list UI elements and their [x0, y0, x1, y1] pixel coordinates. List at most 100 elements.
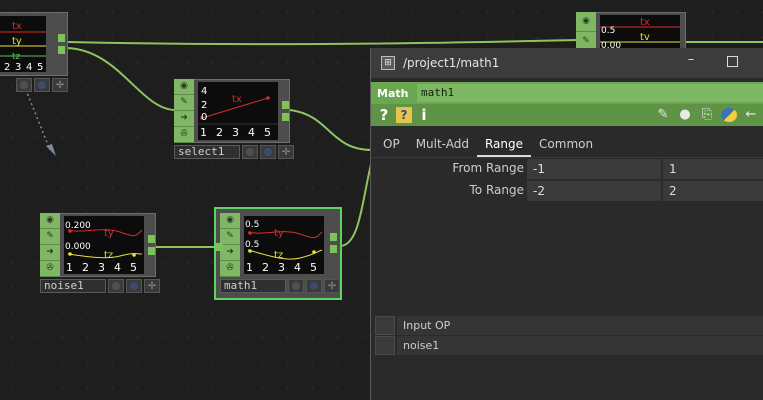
op-name-field[interactable]: math1: [417, 84, 763, 102]
lock-flag[interactable]: [306, 279, 322, 293]
node-name-label[interactable]: noise1: [40, 279, 106, 293]
parameter-window-titlebar[interactable]: ⊞ /project1/math1 –: [371, 48, 763, 78]
output-port[interactable]: [148, 247, 155, 255]
bypass-flag[interactable]: [242, 145, 258, 159]
info-button[interactable]: i: [416, 106, 432, 124]
input-op-row[interactable]: noise1: [375, 336, 763, 355]
parameter-toolbar: ? ? i ✎ ● ⎘ ←: [371, 104, 763, 126]
viewer-flag-icon[interactable]: ✛: [52, 78, 68, 92]
window-title: /project1/math1: [403, 56, 500, 70]
axis-number: 3: [232, 126, 239, 139]
node-arrow-icon[interactable]: ➜: [174, 111, 194, 127]
axis-number: 2: [262, 261, 269, 274]
node-arrow-icon[interactable]: ➜: [40, 245, 60, 261]
node-name-label[interactable]: math1: [220, 279, 286, 293]
node-settings-icon[interactable]: ✇: [40, 261, 60, 277]
axis-number: 3: [278, 261, 285, 274]
viewer-flag-icon[interactable]: ✛: [278, 145, 294, 159]
input-op-checkbox[interactable]: [375, 316, 395, 335]
python-help-button[interactable]: ?: [396, 107, 412, 123]
tab-common[interactable]: Common: [531, 135, 601, 157]
axis-number: 1: [200, 126, 207, 139]
node-viewer: tx ty tz 0 0 2 3 4 5: [0, 16, 46, 72]
axis-number: 2: [216, 126, 223, 139]
param-label: From Range: [452, 161, 524, 175]
lock-flag[interactable]: [126, 279, 142, 293]
node-settings-icon[interactable]: ✇: [220, 261, 240, 277]
math1-chart: 0.5 0.5 ty tz 1 2 3 4 5: [245, 220, 323, 274]
node-math1[interactable]: ◉ ✎ ➜ ✇ 0.5 0.5 ty tz 1 2 3 4 5 math1 ✛: [214, 207, 344, 301]
node-edit-icon[interactable]: ✎: [40, 229, 60, 245]
output-port[interactable]: [282, 113, 289, 121]
node-select1[interactable]: ◉ ✎ ➜ ✇ tx 4 2 0 1 2 3 4 5 select1 ✛: [174, 79, 294, 161]
output-port[interactable]: [148, 235, 155, 243]
from-range-min-field[interactable]: -1: [527, 159, 661, 179]
output-port[interactable]: [330, 245, 337, 253]
output-port[interactable]: [282, 101, 289, 109]
minimize-button[interactable]: –: [683, 52, 699, 67]
output-port[interactable]: [58, 34, 65, 42]
node-noise1[interactable]: ◉ ✎ ➜ ✇ 0.200 0.000 ty tz 1 2 3 4 5 nois…: [40, 213, 160, 295]
node-edit-icon[interactable]: ✎: [174, 95, 194, 111]
output-port[interactable]: [330, 233, 337, 241]
bypass-flag[interactable]: [288, 279, 304, 293]
axis-number: 1: [66, 261, 73, 274]
bypass-flag[interactable]: [16, 78, 32, 92]
noise1-chart: 0.200 0.000 ty tz 1 2 3 4 5: [65, 221, 143, 274]
help-button[interactable]: ?: [375, 106, 393, 124]
input-port[interactable]: [216, 243, 223, 251]
node-settings-icon[interactable]: ✇: [174, 127, 194, 143]
node-view-icon[interactable]: ◉: [220, 213, 240, 229]
node-edit-icon[interactable]: ✎: [220, 229, 240, 245]
comment-icon[interactable]: ●: [677, 107, 693, 122]
viewer-flag-icon[interactable]: ✛: [144, 279, 160, 293]
overlay-value: 0.5: [601, 26, 615, 36]
node-view-icon[interactable]: ◉: [174, 79, 194, 95]
edit-pencil-icon[interactable]: ✎: [655, 107, 671, 122]
to-range-max-field[interactable]: 2: [663, 181, 763, 201]
param-from-range: From Range -1 1: [371, 158, 763, 180]
tab-op[interactable]: OP: [375, 135, 408, 157]
parameter-window[interactable]: ⊞ /project1/math1 – Math math1 ? ? i ✎ ●…: [370, 48, 763, 400]
y-number: 2: [201, 100, 207, 111]
input-op-checkbox[interactable]: [375, 336, 395, 355]
series-label-tz: tz: [274, 250, 283, 261]
viewer-flag-icon[interactable]: ✛: [324, 279, 340, 293]
node-viewer: tx 4 2 0 1 2 3 4 5: [198, 82, 278, 140]
tab-range[interactable]: Range: [476, 135, 532, 157]
data-point: [266, 96, 270, 100]
clipboard-icon[interactable]: ⎘: [699, 107, 715, 122]
axis-number: 5: [310, 261, 317, 274]
bypass-flag[interactable]: [108, 279, 124, 293]
output-port[interactable]: [58, 46, 65, 54]
lock-flag[interactable]: [34, 78, 50, 92]
python-icon[interactable]: [721, 107, 737, 122]
input-op-value[interactable]: noise1: [397, 336, 763, 355]
from-range-max-field[interactable]: 1: [663, 159, 763, 179]
overlay-value: 0.000: [65, 242, 91, 252]
series-label-tz: tz: [104, 250, 113, 261]
node-top-left[interactable]: tx ty tz 0 0 2 3 4 5 ✛: [0, 12, 70, 94]
series-label-tx: tx: [232, 94, 242, 105]
arrow-icon[interactable]: ←: [743, 107, 759, 122]
node-side-buttons: ◉ ✎: [576, 12, 596, 52]
node-flags: ✛: [108, 279, 160, 293]
maximize-button[interactable]: [727, 56, 738, 67]
node-top-right[interactable]: ◉ ✎ 0.5 0.00 tx tv: [576, 12, 686, 52]
node-view-icon[interactable]: ◉: [576, 12, 596, 32]
node-viewer: 0.5 0.00 tx tv: [600, 15, 680, 51]
to-range-min-field[interactable]: -2: [527, 181, 661, 201]
axis-number: 1: [246, 261, 253, 274]
tab-mult-add[interactable]: Mult-Add: [408, 135, 477, 157]
overlay-value: 0.200: [65, 221, 91, 231]
axis-number: 4: [294, 261, 301, 274]
data-point: [248, 231, 252, 235]
lock-flag[interactable]: [260, 145, 276, 159]
parameter-list: From Range -1 1 To Range -2 2: [371, 158, 763, 202]
series-label-ty: ty: [274, 228, 284, 239]
node-side-buttons: ◉ ✎ ➜ ✇: [220, 213, 240, 277]
node-view-icon[interactable]: ◉: [40, 213, 60, 229]
node-name-label[interactable]: select1: [174, 145, 240, 159]
node-viewer: 0.5 0.5 ty tz 1 2 3 4 5: [244, 216, 324, 274]
node-arrow-icon[interactable]: ➜: [220, 245, 240, 261]
